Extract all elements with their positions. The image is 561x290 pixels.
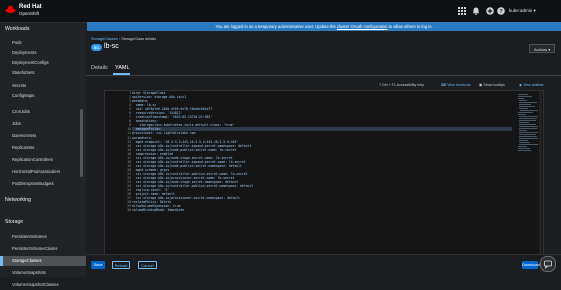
nav-item-replicationcontrollers[interactable]: ReplicationControllers: [0, 155, 86, 165]
resource-badge: SC: [91, 44, 102, 51]
nav-section-label: Networking: [5, 197, 31, 203]
view-shortcuts-link[interactable]: ⌨ View shortcuts: [441, 83, 471, 87]
help-icon[interactable]: ?: [497, 7, 505, 15]
nav-item-persistentvolumes[interactable]: PersistentVolumes: [0, 232, 86, 242]
nav-item-pods[interactable]: Pods: [0, 38, 86, 48]
user-menu[interactable]: kube:admin ▾: [509, 8, 536, 14]
banner-text: You are logged in as a temporary adminis…: [215, 24, 336, 29]
nav-item-persistentvolumeclaims[interactable]: PersistentVolumeClaims: [0, 244, 86, 254]
brand-product: OpenShift: [19, 11, 40, 16]
nav-item-configmaps[interactable]: ConfigMaps: [0, 91, 86, 101]
sidebar: Workloads ⌄ Pods Deployments DeploymentC…: [0, 23, 99, 287]
nav-item-statefulsets[interactable]: StatefulSets: [0, 68, 86, 78]
bell-icon[interactable]: [472, 7, 480, 15]
show-tooltips-label: Show tooltips: [483, 83, 505, 87]
active-tab-indicator: [113, 73, 130, 75]
nav-item-volumesnapshotclasses[interactable]: VolumeSnapshotClasses: [0, 280, 86, 290]
actions-dropdown[interactable]: Actions ▾: [529, 44, 555, 53]
nav-section-storage[interactable]: Storage ⌄: [0, 216, 98, 228]
yaml-code[interactable]: kind: StorageClass apiVersion: storage.k8…: [132, 91, 512, 212]
tab-details[interactable]: Details: [91, 63, 108, 73]
nav-item-deploymentconfigs[interactable]: DeploymentConfigs: [0, 58, 86, 68]
nav-section-label: Workloads: [5, 26, 30, 32]
editor-scrollbar[interactable]: [539, 91, 542, 254]
cluster-oauth-link[interactable]: cluster OAuth configuration: [337, 24, 388, 29]
nav-section-label: Storage: [5, 219, 24, 225]
tab-bar: Details YAML: [86, 61, 561, 76]
page-title: lb-sc: [104, 43, 119, 50]
tab-yaml[interactable]: YAML: [115, 63, 130, 73]
brand-name: Red Hat: [19, 4, 42, 10]
line-numbers: 1 2 3 4 5 6 7 8 9 10 11 12 13 14 15 16 17 18 19 20 21 22 23 24 2…: [111, 91, 131, 212]
grid-icon[interactable]: [458, 7, 466, 15]
nav-item-storageclasses[interactable]: StorageClasses: [0, 256, 86, 266]
redhat-logo-icon: [5, 5, 16, 13]
view-sidebar-label: View sidebar: [523, 83, 544, 87]
nav-item-secrets[interactable]: Secrets: [0, 81, 86, 91]
nav-item-replicasets[interactable]: ReplicaSets: [0, 143, 86, 153]
reload-button[interactable]: Reload: [112, 261, 130, 269]
banner-text-suffix: to allow others to log in.: [388, 24, 433, 29]
save-button[interactable]: Save: [91, 261, 105, 269]
editor-footer: Save Reload Cancel Download: [86, 254, 561, 278]
breadcrumb: StorageClasses › StorageClass details: [91, 37, 156, 41]
temporary-admin-banner: You are logged in as a temporary adminis…: [87, 22, 561, 31]
view-sidebar-link[interactable]: ◉ View sidebar: [519, 83, 544, 87]
nav-item-daemonsets[interactable]: DaemonSets: [0, 131, 86, 141]
yaml-editor[interactable]: 1 2 3 4 5 6 7 8 9 10 11 12 13 14 15 16 17 18 19 20 21 22 23 24 2…: [104, 90, 544, 255]
nav-section-networking[interactable]: Networking ›: [0, 194, 98, 206]
nav-item-jobs[interactable]: Jobs: [0, 119, 86, 129]
masthead: Red Hat OpenShift ? kube:admin ▾: [0, 0, 561, 23]
plus-icon[interactable]: [486, 7, 494, 15]
nav-item-horizontalpodautoscalers[interactable]: HorizontalPodAutoscalers: [0, 167, 86, 177]
accessibility-help: ? Ctrl + F1 Accessibility help: [379, 83, 425, 87]
breadcrumb-storageclasses-link[interactable]: StorageClasses: [91, 37, 118, 41]
nav-item-poddisruptionbudgets[interactable]: PodDisruptionBudgets: [0, 179, 86, 189]
editor-minimap[interactable]: [517, 93, 539, 163]
sidebar-scrollbar[interactable]: [80, 109, 83, 177]
main-content: StorageClasses › StorageClass details SC…: [86, 31, 561, 277]
nav-item-cronjobs[interactable]: CronJobs: [0, 107, 86, 117]
show-tooltips-toggle[interactable]: ▣ Show tooltips: [479, 83, 505, 87]
line-number: 30: [127, 208, 131, 213]
code-line[interactable]: volumeBindingMode: Immediate: [132, 208, 512, 212]
breadcrumb-current: StorageClass details: [121, 37, 157, 41]
nav-section-workloads[interactable]: Workloads ⌄: [0, 23, 98, 35]
nav-item-deployments[interactable]: Deployments: [0, 48, 86, 58]
view-shortcuts-label: View shortcuts: [447, 83, 471, 87]
download-button[interactable]: Download: [522, 261, 540, 269]
cancel-button[interactable]: Cancel: [138, 261, 157, 269]
chat-assistant-icon[interactable]: [540, 256, 556, 272]
